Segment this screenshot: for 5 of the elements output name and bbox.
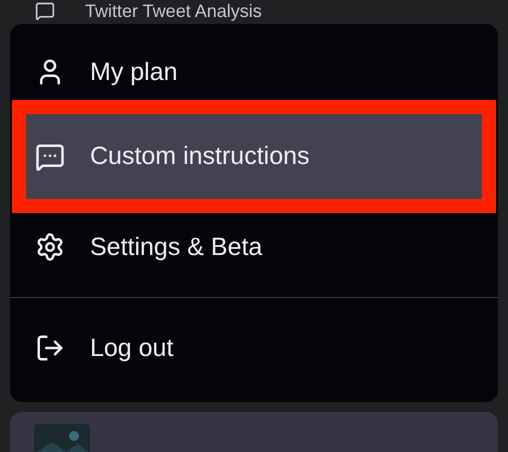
menu-item[interactable]: Custom instructions <box>12 100 496 213</box>
menu-item[interactable]: Settings & Beta <box>12 213 496 281</box>
menu-item[interactable]: Log out <box>12 314 496 382</box>
menu-item[interactable]: My plan <box>12 44 496 100</box>
chat-title[interactable]: Twitter Tweet Analysis <box>85 0 262 22</box>
